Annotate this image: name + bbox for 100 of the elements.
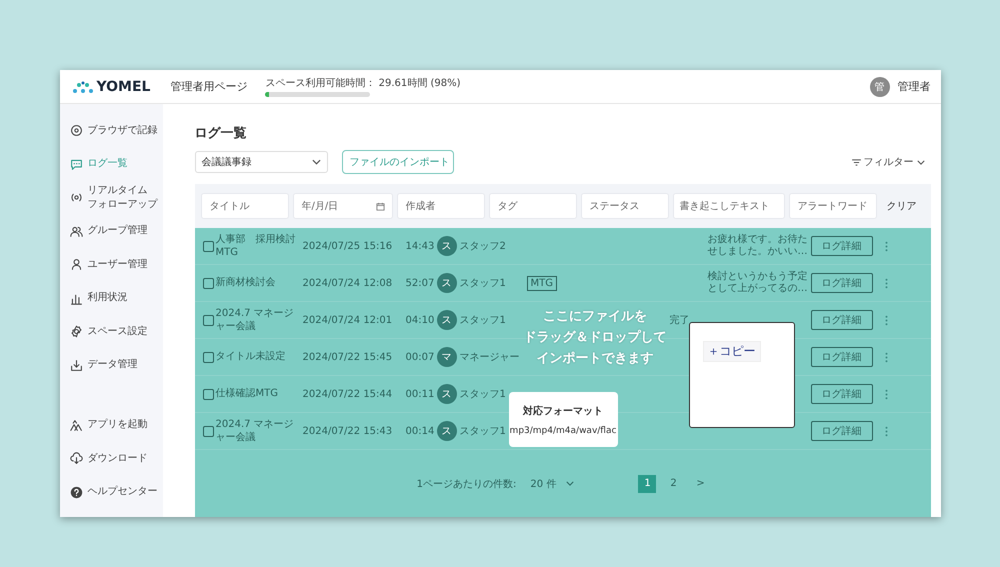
log-detail-button[interactable]: ログ詳細	[810, 310, 872, 330]
filter-field[interactable]: ステータス	[580, 193, 668, 219]
more-options-icon[interactable]	[885, 388, 888, 400]
chat-bubble-icon	[70, 158, 82, 171]
sidebar-item[interactable]: アプリを起動	[60, 408, 162, 442]
sidebar-item[interactable]: 利用状況	[60, 282, 162, 315]
log-detail-button[interactable]: ログ詳細	[810, 236, 872, 256]
author-avatar: ス	[436, 421, 456, 441]
row-checkbox[interactable]	[202, 314, 214, 326]
log-duration: 00:07	[406, 352, 434, 362]
more-options-icon[interactable]	[885, 314, 888, 326]
more-options-icon[interactable]	[885, 352, 888, 362]
group-icon	[70, 224, 82, 238]
user-icon	[70, 258, 82, 272]
log-detail-button[interactable]: ログ詳細	[810, 347, 872, 367]
broadcast-icon	[70, 191, 82, 204]
author-avatar: ス	[436, 310, 456, 330]
log-detail-button[interactable]: ログ詳細	[810, 384, 872, 404]
import-button[interactable]: ファイルのインポート	[342, 150, 454, 174]
author-name: スタッフ1	[460, 389, 506, 400]
log-duration: 04:10	[406, 314, 434, 326]
page-button[interactable]: 1	[638, 474, 656, 492]
log-date: 2024/07/22 15:43	[302, 426, 394, 436]
row-checkbox[interactable]	[202, 278, 214, 288]
sidebar-item[interactable]: ダウンロード	[60, 442, 162, 476]
author-avatar: ス	[436, 384, 456, 404]
cloud-download-icon	[70, 452, 82, 466]
format-title: 対応フォーマット	[523, 404, 603, 418]
log-detail-button[interactable]: ログ詳細	[810, 273, 872, 293]
per-page-label: 1ページあたりの件数:	[416, 478, 516, 490]
calendar-icon[interactable]	[376, 202, 384, 210]
copy-menu-item[interactable]: ＋コピー	[702, 341, 760, 362]
more-options-icon[interactable]	[885, 278, 888, 288]
log-date: 2024/07/24 12:08	[302, 278, 394, 288]
filter-field[interactable]: タイトル	[200, 193, 288, 219]
log-title[interactable]: 2024.7 マネージャー会議	[216, 418, 300, 444]
user-name: 管理者	[898, 79, 930, 94]
log-title[interactable]: 2024.7 マネージャー会議	[216, 306, 300, 334]
log-detail-button[interactable]: ログ詳細	[810, 421, 872, 441]
date-field[interactable]: 年/月/日	[292, 193, 392, 219]
gear-icon	[70, 325, 82, 338]
author-name: スタッフ1	[460, 315, 506, 326]
log-title[interactable]: 人事部 採用検討MTG	[216, 232, 300, 260]
row-checkbox[interactable]	[202, 426, 214, 436]
page-label: 管理者用ページ	[170, 79, 248, 94]
format-list: mp3/mp4/m4a/wav/flac	[510, 426, 616, 436]
more-options-icon[interactable]	[885, 240, 888, 252]
chevron-down-icon	[312, 159, 320, 165]
transcript-snippet: 検討というかもう予定として上がってるの…	[708, 270, 808, 294]
row-checkbox[interactable]	[202, 352, 214, 362]
row-checkbox[interactable]	[202, 388, 214, 400]
sidebar-item[interactable]: ヘルプセンター	[60, 476, 162, 509]
author-name: スタッフ1	[460, 426, 506, 437]
more-options-icon[interactable]	[885, 426, 888, 436]
page-title: ログ一覧	[194, 125, 248, 142]
log-date: 2024/07/22 15:44	[302, 388, 394, 400]
clear-button[interactable]: クリア	[884, 197, 918, 215]
log-tag: MTG	[526, 276, 557, 290]
log-title[interactable]: 仕様確認MTG	[216, 387, 300, 401]
bar-chart-icon	[70, 292, 82, 305]
log-date: 2024/07/22 15:45	[302, 352, 394, 362]
log-duration: 00:14	[406, 426, 434, 436]
page-button[interactable]: >	[690, 474, 708, 492]
sidebar-item[interactable]: ログ一覧	[60, 148, 162, 181]
filter-field[interactable]: タグ	[488, 193, 576, 219]
sidebar-item[interactable]: リアルタイム フォローアップ	[60, 181, 162, 214]
sidebar-item[interactable]: ユーザー管理	[60, 248, 162, 282]
log-title[interactable]: タイトル未設定	[216, 350, 300, 364]
type-select[interactable]: 会議議事録	[194, 151, 328, 173]
chevron-down-icon	[566, 481, 574, 486]
mountains-icon	[70, 418, 82, 432]
log-duration: 00:11	[406, 388, 434, 400]
logo-wordmark: YOMEL	[96, 78, 150, 94]
page-button[interactable]: 2	[664, 474, 682, 492]
drop-zone-overlay[interactable]	[194, 228, 930, 517]
filter-field[interactable]: 作成者	[396, 193, 484, 219]
author-avatar: ス	[436, 273, 456, 293]
sidebar-item[interactable]: ブラウザで記録	[60, 114, 162, 148]
help-icon	[70, 486, 82, 499]
drop-message: ここにファイルを ドラッグ＆ドロップして インポートできます	[524, 308, 666, 368]
author-name: マネージャー	[460, 352, 520, 363]
per-page-select[interactable]: 20 件	[524, 476, 580, 492]
filter-icon	[852, 158, 860, 166]
filter-button[interactable]: フィルター	[846, 154, 930, 170]
log-duration: 52:07	[406, 278, 434, 288]
logo-icon	[72, 80, 94, 94]
row-checkbox[interactable]	[202, 240, 214, 252]
author-avatar: ス	[436, 236, 456, 256]
filter-field[interactable]: アラートワード	[788, 193, 876, 219]
log-date: 2024/07/25 15:16	[302, 240, 394, 252]
download-tray-icon	[70, 358, 82, 372]
log-title[interactable]: 新商材検討会	[216, 276, 300, 290]
sidebar-item[interactable]: データ管理	[60, 348, 162, 382]
filter-field[interactable]: 書き起こしテキスト	[672, 193, 784, 219]
record-icon	[70, 124, 82, 138]
author-avatar: マ	[436, 347, 456, 367]
sidebar-item[interactable]: グループ管理	[60, 214, 162, 248]
sidebar-item[interactable]: スペース設定	[60, 315, 162, 348]
user-avatar[interactable]: 管	[870, 76, 890, 96]
log-duration: 14:43	[406, 240, 434, 252]
